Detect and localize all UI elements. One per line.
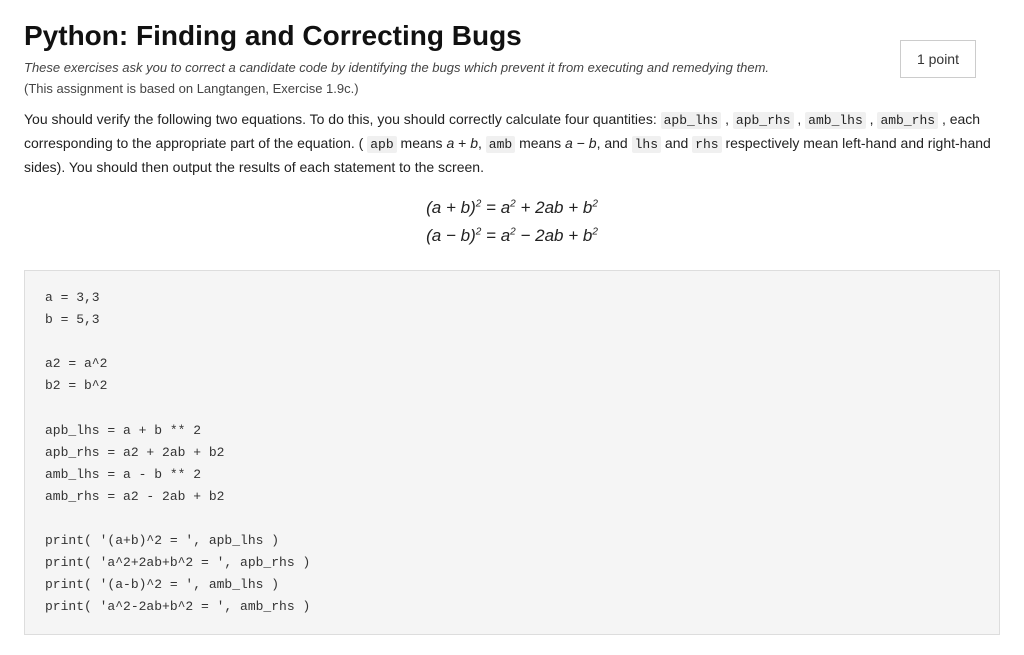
- equation-1: (a + b)2 = a2 + 2ab + b2: [24, 198, 1000, 218]
- description: You should verify the following two equa…: [24, 108, 1000, 178]
- var-apb-rhs: apb_rhs: [733, 112, 794, 129]
- apb-code: apb: [367, 136, 396, 153]
- code-block: a = 3,3 b = 5,3 a2 = a^2 b2 = b^2 apb_lh…: [24, 270, 1000, 635]
- var-apb-lhs: apb_lhs: [661, 112, 722, 129]
- points-label: 1 point: [917, 51, 959, 67]
- subtitle: These exercises ask you to correct a can…: [24, 60, 1000, 75]
- math-section: (a + b)2 = a2 + 2ab + b2 (a − b)2 = a2 −…: [24, 198, 1000, 246]
- lhs-code: lhs: [632, 136, 661, 153]
- assignment-note: (This assignment is based on Langtangen,…: [24, 81, 1000, 96]
- equation-2: (a − b)2 = a2 − 2ab + b2: [24, 226, 1000, 246]
- var-amb-rhs: amb_rhs: [877, 112, 938, 129]
- page-title: Python: Finding and Correcting Bugs: [24, 20, 1000, 52]
- amb-code: amb: [486, 136, 515, 153]
- points-box: 1 point: [900, 40, 976, 78]
- var-amb-lhs: amb_lhs: [805, 112, 866, 129]
- rhs-code: rhs: [692, 136, 721, 153]
